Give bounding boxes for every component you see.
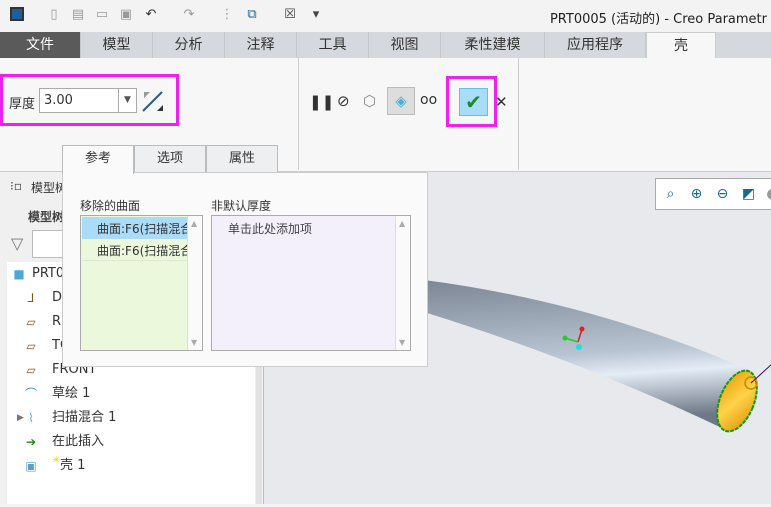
- refit-icon[interactable]: ⌕: [662, 186, 679, 203]
- tab-annotate[interactable]: 注释: [225, 32, 297, 58]
- filter-icon[interactable]: ▽: [11, 234, 23, 253]
- sweep-blend-icon: ⌇: [28, 411, 34, 425]
- window-title: PRT0005 (活动的) - Creo Parametr: [549, 12, 767, 27]
- model-tree-subheader: 模型树: [28, 210, 65, 224]
- removed-surfaces-label: 移除的曲面: [80, 199, 141, 213]
- tree-item[interactable]: ▶ ⌇ 扫描混合 1: [7, 407, 247, 429]
- chevron-down-icon[interactable]: ▼: [118, 89, 136, 112]
- part-icon: ■: [13, 267, 25, 281]
- scrollbar[interactable]: ▲ ▼: [187, 216, 202, 350]
- shell-icon: ▣: [25, 459, 37, 473]
- tab-tools[interactable]: 工具: [297, 32, 369, 58]
- new-icon[interactable]: ▯: [46, 7, 62, 23]
- quick-access-toolbar: ▯ ▤ ▭ ▣ ↶ ↷ ⋮ ⧉ ☒ ▾ PRT0005 (活动的) - Creo…: [0, 0, 771, 32]
- nondefault-thickness-list[interactable]: 单击此处添加项 ▲ ▼: [211, 215, 411, 351]
- references-panel: 移除的曲面 曲面:F6(扫描混合 曲面:F6(扫描混合 ▲ ▼ 非默认厚度 单击此…: [62, 172, 428, 367]
- plane-icon: ▱: [26, 363, 36, 377]
- view-toolbar: ⌕ ⊕ ⊖ ◩ ◐: [655, 178, 771, 210]
- scroll-up-icon[interactable]: ▲: [191, 219, 197, 228]
- tab-analysis[interactable]: 分析: [153, 32, 225, 58]
- tab-view[interactable]: 视图: [369, 32, 441, 58]
- csys-icon: ⅃: [27, 291, 35, 305]
- tree-item[interactable]: ▣ ✳ 壳 1: [7, 455, 247, 477]
- customize-icon[interactable]: ▾: [308, 7, 324, 23]
- list-item[interactable]: 曲面:F6(扫描混合: [82, 239, 187, 261]
- glasses-icon[interactable]: oo: [420, 92, 437, 108]
- nondefault-thickness-label: 非默认厚度: [211, 199, 272, 213]
- ribbon-tabs: 文件 模型 分析 注释 工具 视图 柔性建模 应用程序 壳: [0, 32, 771, 58]
- cancel-close-icon[interactable]: ✕: [495, 93, 508, 111]
- save-icon[interactable]: ▣: [118, 7, 134, 23]
- app-icon[interactable]: [10, 7, 24, 21]
- divider: [298, 58, 299, 170]
- no-preview-icon[interactable]: ⊘: [337, 92, 350, 110]
- ok-check-button[interactable]: ✔: [459, 88, 488, 116]
- add-item-placeholder[interactable]: 单击此处添加项: [228, 220, 312, 237]
- tab-model[interactable]: 模型: [81, 32, 153, 58]
- open-icon[interactable]: ▭: [94, 7, 110, 23]
- plane-icon: ▱: [26, 339, 36, 353]
- repaint-icon[interactable]: ◩: [740, 186, 757, 203]
- verify-mode-icon[interactable]: ◈: [387, 87, 415, 115]
- flip-direction-icon[interactable]: [141, 89, 165, 113]
- scroll-down-icon[interactable]: ▼: [191, 338, 197, 347]
- tree-item[interactable]: ⌒ 草绘 1: [7, 383, 247, 405]
- zoom-in-icon[interactable]: ⊕: [688, 186, 705, 203]
- tab-file[interactable]: 文件: [0, 32, 81, 58]
- thickness-value: 3.00: [44, 93, 73, 108]
- tree-item[interactable]: ➔ 在此插入: [7, 431, 247, 453]
- insert-arrow-icon: ➔: [25, 435, 37, 449]
- pause-icon[interactable]: ❚❚: [309, 93, 334, 111]
- redo-icon[interactable]: ↷: [181, 7, 197, 23]
- tree-structure-icon: ⁝▫: [10, 179, 22, 193]
- scroll-down-icon[interactable]: ▼: [399, 338, 405, 347]
- tab-flexible-modeling[interactable]: 柔性建模: [441, 32, 545, 58]
- thickness-input[interactable]: 3.00 ▼: [39, 88, 137, 113]
- print-icon[interactable]: ▤: [70, 7, 86, 23]
- tab-options[interactable]: 选项: [134, 145, 206, 173]
- display-style-icon[interactable]: ◐: [764, 186, 771, 203]
- regenerate-icon[interactable]: ⋮: [219, 7, 235, 23]
- zoom-out-icon[interactable]: ⊖: [714, 186, 731, 203]
- thickness-label: 厚度: [9, 97, 36, 112]
- close-window-icon[interactable]: ☒: [282, 7, 298, 23]
- preview-icon[interactable]: ⬡: [363, 92, 376, 110]
- tab-references[interactable]: 参考: [62, 145, 134, 174]
- tab-shell[interactable]: 壳: [646, 32, 716, 58]
- scrollbar[interactable]: ▲ ▼: [395, 216, 410, 350]
- scroll-up-icon[interactable]: ▲: [399, 219, 405, 228]
- undo-icon[interactable]: ↶: [143, 7, 159, 23]
- list-item[interactable]: 曲面:F6(扫描混合: [82, 217, 187, 239]
- sketch-icon: ⌒: [24, 387, 37, 401]
- plane-icon: ▱: [26, 315, 36, 329]
- tab-applications[interactable]: 应用程序: [545, 32, 646, 58]
- divider: [518, 58, 519, 170]
- removed-surfaces-list[interactable]: 曲面:F6(扫描混合 曲面:F6(扫描混合 ▲ ▼: [80, 215, 203, 351]
- window-icon[interactable]: ⧉: [244, 7, 260, 23]
- tab-properties[interactable]: 属性: [206, 145, 278, 173]
